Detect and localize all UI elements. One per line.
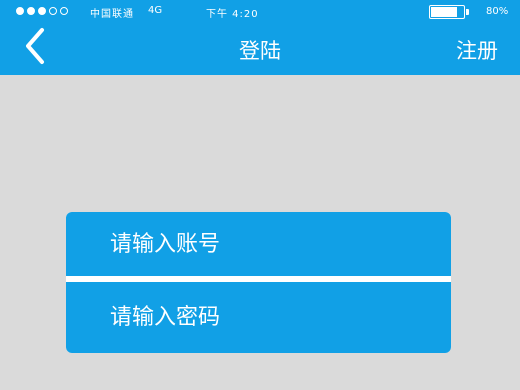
- network-type: 4G: [148, 5, 163, 16]
- battery-level-fill: [431, 7, 457, 17]
- page-title: 登陆: [239, 39, 281, 63]
- account-input[interactable]: [110, 212, 430, 276]
- carrier-label: 中国联通: [90, 9, 134, 20]
- register-button[interactable]: 注册: [456, 35, 498, 65]
- battery-percent: 80%: [486, 6, 509, 17]
- login-form: [66, 212, 451, 353]
- status-time: 下午 4:20: [206, 9, 259, 20]
- top-bar: 中国联通 4G 下午 4:20 80% 登陆 注册: [0, 0, 520, 75]
- password-field: [66, 282, 451, 353]
- account-field: [66, 212, 451, 276]
- status-bar: 中国联通 4G 下午 4:20 80%: [0, 0, 520, 24]
- signal-dot: [49, 7, 57, 15]
- signal-dot: [16, 7, 24, 15]
- signal-dot: [38, 7, 46, 15]
- signal-dot: [60, 7, 68, 15]
- signal-strength-icon: [16, 7, 68, 15]
- signal-dot: [27, 7, 35, 15]
- battery-tip: [466, 9, 469, 15]
- password-input[interactable]: [110, 282, 430, 353]
- navigation-bar: 登陆 注册: [0, 24, 520, 75]
- battery-icon: [429, 5, 465, 19]
